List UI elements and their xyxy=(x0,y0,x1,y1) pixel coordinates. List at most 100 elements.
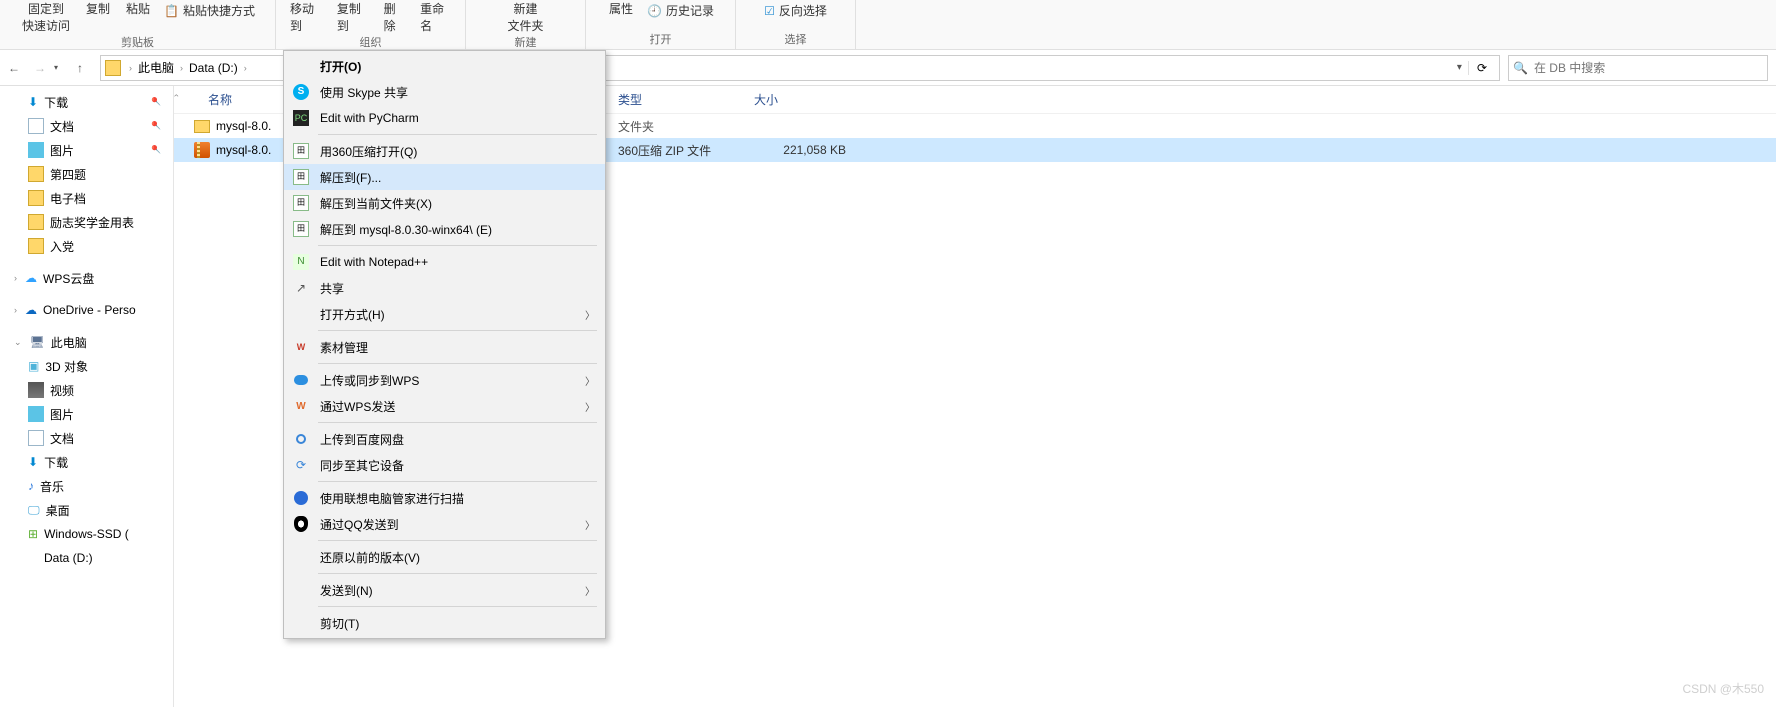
ctx-cut[interactable]: 剪切(T) xyxy=(284,610,605,636)
breadcrumb-pc[interactable]: 此电脑 xyxy=(134,59,178,76)
column-type[interactable]: 类型 xyxy=(618,91,754,108)
ribbon-paste[interactable]: 粘贴 xyxy=(120,0,156,17)
ribbon-history[interactable]: 🕘历史记录 xyxy=(643,0,718,21)
ctx-qq[interactable]: 通过QQ发送到〉 xyxy=(284,511,605,537)
pictures-icon xyxy=(28,406,44,422)
sidebar-item-desktop[interactable]: 🖵桌面 xyxy=(0,498,173,522)
breadcrumb-sep[interactable]: › xyxy=(242,63,249,73)
sidebar-item-pictures2[interactable]: 图片 xyxy=(0,402,173,426)
sidebar-item-documents2[interactable]: 文档 xyxy=(0,426,173,450)
column-size[interactable]: 大小 xyxy=(754,91,854,108)
nav-up-button[interactable]: ↑ xyxy=(68,56,92,80)
sidebar-item-music[interactable]: ♪ 音乐 xyxy=(0,474,173,498)
ctx-pycharm[interactable]: PCEdit with PyCharm xyxy=(284,105,605,131)
ribbon-group-open-label: 打开 xyxy=(650,31,672,49)
ctx-label: 打开方式(H) xyxy=(320,306,575,323)
ctx-baidu[interactable]: 上传到百度网盘 xyxy=(284,426,605,452)
context-menu: 打开(O) S使用 Skype 共享 PCEdit with PyCharm 田… xyxy=(283,50,606,639)
ctx-restore[interactable]: 还原以前的版本(V) xyxy=(284,544,605,570)
file-type: 文件夹 xyxy=(618,118,754,135)
ctx-open360[interactable]: 田用360压缩打开(Q) xyxy=(284,138,605,164)
navigation-pane[interactable]: ⬇下载📍 文档📍 图片📍 第四题 电子档 励志奖学金用表 入党 ›☁WPS云盘 … xyxy=(0,86,174,707)
sidebar-item-downloads[interactable]: ⬇下载📍 xyxy=(0,90,173,114)
ctx-share[interactable]: ↗共享 xyxy=(284,275,605,301)
search-box[interactable]: 🔍 xyxy=(1508,55,1768,81)
file-size: 221,058 KB xyxy=(754,143,854,157)
collapse-handle-icon[interactable]: ‹ xyxy=(174,94,182,134)
baidu-icon xyxy=(296,434,306,444)
sidebar-label: Data (D:) xyxy=(44,551,93,565)
ctx-lenovo[interactable]: 使用联想电脑管家进行扫描 xyxy=(284,485,605,511)
ribbon-moveto[interactable]: 移动到 xyxy=(284,0,327,34)
ribbon-invert[interactable]: ☑反向选择 xyxy=(760,0,831,21)
sidebar-item-datad[interactable]: Data (D:) xyxy=(0,546,173,570)
sidebar-item-winssd[interactable]: ⊞Windows-SSD ( xyxy=(0,522,173,546)
ctx-npp[interactable]: NEdit with Notepad++ xyxy=(284,249,605,275)
nav-back-button[interactable]: ← xyxy=(2,56,26,80)
ribbon-new-folder[interactable]: 新建文件夹 xyxy=(501,0,549,34)
ctx-send-wps[interactable]: W通过WPS发送〉 xyxy=(284,393,605,419)
notepadpp-icon: N xyxy=(293,254,309,270)
refresh-button[interactable]: ⟳ xyxy=(1468,61,1495,75)
sidebar-item-award[interactable]: 励志奖学金用表 xyxy=(0,210,173,234)
ribbon-paste-shortcut[interactable]: 📋粘贴快捷方式 xyxy=(160,0,259,21)
chevron-right-icon: › xyxy=(14,273,17,283)
ctx-label: 发送到(N) xyxy=(320,582,575,599)
sidebar-item-pictures[interactable]: 图片📍 xyxy=(0,138,173,162)
address-dropdown-icon[interactable]: ▾ xyxy=(1451,62,1468,73)
ribbon-newfolder-label: 新建 xyxy=(513,0,537,17)
ribbon-copy[interactable]: 复制 xyxy=(80,0,116,17)
ctx-sync[interactable]: ⟳同步至其它设备 xyxy=(284,452,605,478)
ribbon-pin[interactable]: 固定到快速访问 xyxy=(16,0,76,34)
search-input[interactable] xyxy=(1534,61,1763,75)
ctx-material[interactable]: W素材管理 xyxy=(284,334,605,360)
breadcrumb-sep[interactable]: › xyxy=(127,63,134,73)
ctx-skype[interactable]: S使用 Skype 共享 xyxy=(284,79,605,105)
ribbon-rename[interactable]: 重命名 xyxy=(414,0,457,34)
download-icon: ⬇ xyxy=(28,455,38,469)
sidebar-item-wps[interactable]: ›☁WPS云盘 xyxy=(0,266,173,290)
sidebar-item-3d[interactable]: ▣3D 对象 xyxy=(0,354,173,378)
sidebar-label: 励志奖学金用表 xyxy=(50,214,134,231)
ctx-extract-here[interactable]: 田解压到当前文件夹(X) xyxy=(284,190,605,216)
music-icon: ♪ xyxy=(28,479,34,493)
chevron-right-icon: › xyxy=(14,305,17,315)
ctx-label: 剪切(T) xyxy=(320,615,595,632)
download-icon: ⬇ xyxy=(28,95,38,109)
sidebar-item-video[interactable]: 视频 xyxy=(0,378,173,402)
sidebar-label: 此电脑 xyxy=(51,334,87,351)
ribbon-pin-label: 固定到 xyxy=(28,0,64,17)
wps-icon: W xyxy=(292,338,310,356)
ctx-extract-to[interactable]: 田解压到(F)... xyxy=(284,164,605,190)
sidebar-item-documents[interactable]: 文档📍 xyxy=(0,114,173,138)
nav-history-dropdown[interactable]: ▾ xyxy=(54,63,66,72)
ctx-send-to[interactable]: 发送到(N) 〉 xyxy=(284,577,605,603)
sidebar-label: 音乐 xyxy=(40,478,64,495)
chevron-down-icon: ⌄ xyxy=(14,337,22,348)
ctx-upload-wps[interactable]: 上传或同步到WPS〉 xyxy=(284,367,605,393)
ctx-label: 上传或同步到WPS xyxy=(320,372,575,389)
ribbon-group-clipboard-label: 剪贴板 xyxy=(121,34,154,52)
nav-forward-button[interactable]: → xyxy=(28,56,52,80)
ctx-extract-named[interactable]: 田解压到 mysql-8.0.30-winx64\ (E) xyxy=(284,216,605,242)
zip-icon xyxy=(194,142,210,158)
sidebar-item-q4[interactable]: 第四题 xyxy=(0,162,173,186)
breadcrumb-sep[interactable]: › xyxy=(178,63,185,73)
ctx-label: 解压到当前文件夹(X) xyxy=(320,195,595,212)
sidebar-item-party[interactable]: 入党 xyxy=(0,234,173,258)
ctx-open-with[interactable]: 打开方式(H)〉 xyxy=(284,301,605,327)
sidebar-item-edoc[interactable]: 电子档 xyxy=(0,186,173,210)
file-name: mysql-8.0. xyxy=(216,119,271,133)
sidebar-item-onedrive[interactable]: ›☁OneDrive - Perso xyxy=(0,298,173,322)
sidebar-item-thispc[interactable]: ⌄🖥此电脑 xyxy=(0,330,173,354)
ribbon-delete[interactable]: 删除 xyxy=(378,0,411,34)
sidebar-item-downloads2[interactable]: ⬇下载 xyxy=(0,450,173,474)
ctx-label: 同步至其它设备 xyxy=(320,457,595,474)
ctx-open[interactable]: 打开(O) xyxy=(284,53,605,79)
submenu-arrow-icon: 〉 xyxy=(585,583,595,598)
breadcrumb-data[interactable]: Data (D:) xyxy=(185,61,242,75)
ribbon-properties[interactable]: 属性 xyxy=(603,0,639,17)
pin-icon: 📍 xyxy=(148,142,165,159)
ribbon-copyto[interactable]: 复制到 xyxy=(331,0,374,34)
sidebar-label: WPS云盘 xyxy=(43,270,94,287)
